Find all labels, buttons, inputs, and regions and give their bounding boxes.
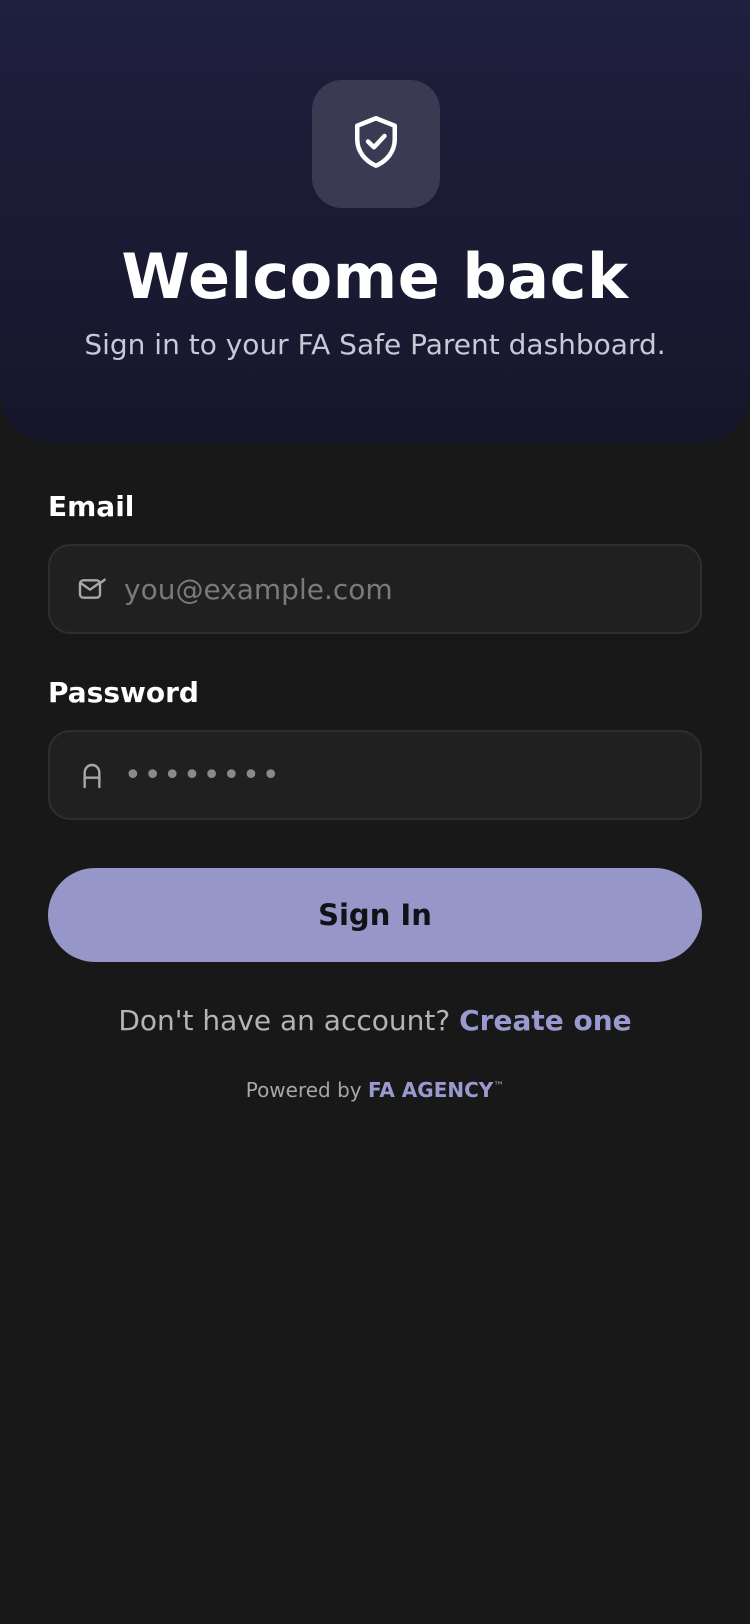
powered-by-text: Powered by — [245, 1078, 362, 1102]
login-screen: Welcome back Sign in to your FA Safe Par… — [0, 0, 750, 1624]
signup-prompt: Don't have an account? Create one — [0, 1004, 750, 1037]
mail-icon — [74, 571, 110, 607]
page-subtitle: Sign in to your FA Safe Parent dashboard… — [84, 328, 666, 361]
signup-prompt-text: Don't have an account? — [118, 1004, 451, 1037]
trademark-mark: ™ — [493, 1079, 505, 1093]
create-account-link[interactable]: Create one — [459, 1004, 632, 1037]
shield-check-icon — [346, 112, 406, 176]
lock-icon — [74, 757, 110, 793]
email-input[interactable] — [124, 546, 680, 632]
email-label: Email — [48, 490, 135, 523]
email-field[interactable] — [48, 544, 702, 634]
sign-in-button[interactable]: Sign In — [48, 868, 702, 962]
agency-brand: FA AGENCY — [368, 1078, 494, 1102]
password-field[interactable]: •••••••• — [48, 730, 702, 820]
password-input[interactable]: •••••••• — [124, 758, 282, 793]
powered-by-footer: Powered by FA AGENCY™ — [0, 1078, 750, 1102]
header-hero: Welcome back Sign in to your FA Safe Par… — [0, 0, 750, 442]
password-label: Password — [48, 676, 199, 709]
page-title: Welcome back — [121, 240, 629, 313]
app-logo — [312, 80, 440, 208]
